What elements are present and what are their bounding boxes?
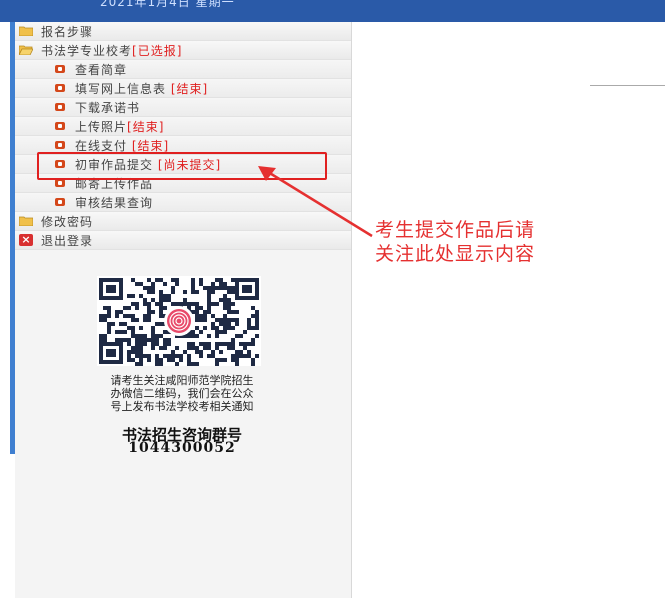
notice-line: 办微信二维码，我们会在公众 xyxy=(110,387,254,400)
notice-line: 请考生关注咸阳师范学院招生 xyxy=(110,374,254,387)
annotation-line: 考生提交作品后请 xyxy=(375,219,536,241)
notice-text: 请考生关注咸阳师范学院招生 办微信二维码，我们会在公众 号上发布书法学校考相关通… xyxy=(64,374,300,413)
group-number: 1044300052 xyxy=(128,440,236,456)
annotation-text: 考生提交作品后请 关注此处显示内容 xyxy=(375,218,535,266)
annotation-line: 关注此处显示内容 xyxy=(375,243,536,265)
notice-line: 号上发布书法学校考相关通知 xyxy=(110,400,254,413)
qr-code xyxy=(97,276,261,366)
